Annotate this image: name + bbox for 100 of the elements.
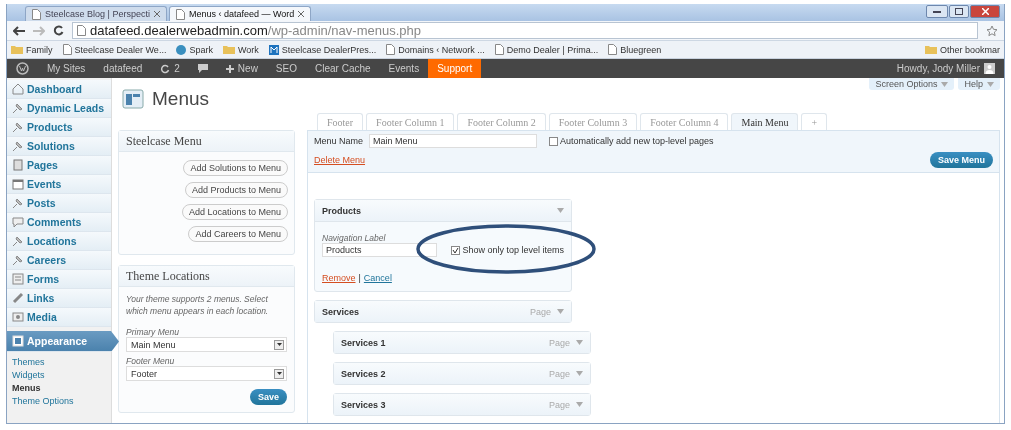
menu-name-field[interactable]: Main Menu: [369, 134, 538, 148]
close-icon[interactable]: [153, 11, 160, 17]
bookmark[interactable]: Work: [222, 44, 259, 55]
sidebar-item[interactable]: Dynamic Leads: [7, 99, 111, 118]
globe-icon: [176, 44, 187, 55]
star-icon[interactable]: [986, 24, 998, 37]
auto-add-checkbox[interactable]: Automatically add new top-level pages: [549, 136, 714, 146]
menu-item-type: Page: [548, 337, 570, 348]
sidebar-item[interactable]: Pages: [7, 156, 111, 175]
cancel-link[interactable]: Cancel: [363, 273, 392, 283]
menus-icon: [122, 89, 144, 109]
add-to-menu-button[interactable]: Add Products to Menu: [184, 182, 288, 198]
speech-bubble-icon: [12, 216, 24, 228]
menu-select[interactable]: Footer: [126, 366, 287, 381]
caret-icon[interactable]: [987, 81, 994, 87]
reload-icon[interactable]: [53, 25, 64, 36]
field-label: Footer Menu: [126, 356, 175, 366]
pushpin-icon: [12, 254, 24, 266]
bookmark[interactable]: Steelcase DealerPres...: [268, 44, 377, 55]
sidebar-item[interactable]: Comments: [7, 213, 111, 232]
menu-item[interactable]: Services 2 Page: [333, 362, 591, 385]
add-to-menu-button[interactable]: Add Careers to Menu: [188, 226, 288, 242]
menu-item[interactable]: Services Page: [314, 300, 572, 323]
sidebar-item[interactable]: Locations: [7, 232, 111, 251]
sidebar-item[interactable]: Appearance: [7, 331, 119, 352]
admin-bar-label: SEO: [275, 63, 297, 74]
remove-link[interactable]: Remove: [322, 273, 356, 283]
submenu-item[interactable]: Menus: [12, 382, 41, 394]
submenu-item[interactable]: Widgets: [12, 369, 45, 381]
folder-icon: [11, 45, 23, 54]
menu-item[interactable]: Services 1 Page: [333, 331, 591, 354]
delete-menu-link[interactable]: Delete Menu: [314, 155, 366, 165]
sidebar-item[interactable]: Events: [7, 175, 111, 194]
menu-item-title: Services 1: [341, 337, 387, 348]
calendar-icon: [12, 178, 24, 190]
submenu-item[interactable]: Themes: [12, 356, 45, 368]
menu-name-label: Menu Name: [314, 136, 364, 146]
browser-tab[interactable]: Steelcase Blog | Perspecti: [25, 6, 167, 21]
sidebar-item[interactable]: Dashboard: [7, 80, 111, 99]
house-icon: [12, 83, 24, 95]
sidebar-item[interactable]: Posts: [7, 194, 111, 213]
theme-note: Your theme supports 2 menus. Select which menu appears in each location.: [126, 293, 270, 317]
show-top-level-checkbox[interactable]: Show only top level items: [451, 245, 564, 255]
add-to-menu-button[interactable]: Add Locations to Menu: [181, 204, 288, 220]
menu-item[interactable]: Services 3 Page: [333, 393, 591, 416]
menu-item-type: Page: [548, 368, 570, 379]
sidebar-item[interactable]: Products: [7, 118, 111, 137]
submenu-item[interactable]: Theme Options: [12, 395, 74, 407]
browser-tab[interactable]: Menus ‹ datafeed — Word: [168, 6, 312, 21]
sidebar-item[interactable]: Links: [7, 289, 111, 308]
caret-icon[interactable]: [557, 309, 564, 314]
folder-icon: [924, 45, 937, 54]
minimize-button[interactable]: [926, 5, 948, 18]
update-count: 2: [174, 63, 180, 74]
menu-tab[interactable]: Main Menu: [731, 113, 799, 130]
sidebar-item[interactable]: Forms: [7, 270, 111, 289]
bookmark[interactable]: Family: [11, 44, 53, 55]
navigation-label-field[interactable]: Products: [322, 243, 438, 257]
menu-item-title: Services 2: [341, 368, 387, 379]
save-menu-button[interactable]: Save Menu: [929, 152, 993, 168]
menu-select[interactable]: Main Menu: [126, 337, 287, 352]
back-arrow-icon[interactable]: [13, 25, 25, 36]
bookmark[interactable]: Demo Dealer | Prima...: [494, 44, 599, 55]
menu-item[interactable]: Products Navigation Label Products Show only top level items Remove | Cancel: [314, 199, 572, 292]
caret-icon[interactable]: [576, 402, 583, 407]
page-title: Menus: [152, 88, 210, 110]
page-icon: [608, 44, 618, 55]
screen-options-tab[interactable]: Help: [958, 78, 1000, 90]
sidebar-item[interactable]: Media: [7, 308, 111, 327]
add-to-menu-button[interactable]: Add Solutions to Menu: [183, 160, 288, 176]
save-button[interactable]: Save: [249, 389, 287, 405]
folder-icon: [222, 45, 235, 54]
admin-bar-label: datafeed: [103, 63, 143, 74]
close-icon[interactable]: [298, 11, 305, 17]
bookmark[interactable]: Steelcase Dealer We...: [62, 44, 167, 55]
sidebar-item[interactable]: Solutions: [7, 137, 111, 156]
maximize-button[interactable]: [949, 5, 969, 18]
menu-item-type: Page: [529, 306, 551, 317]
field-label: Navigation Label: [322, 233, 386, 243]
close-button[interactable]: [970, 5, 1000, 18]
screen-options-tab[interactable]: Screen Options: [869, 78, 955, 90]
minimize-icon: [933, 10, 941, 13]
address-field[interactable]: datafeed.dealerwebadmin.com/wp-admin/nav-menus.php: [72, 22, 978, 39]
caret-icon[interactable]: [576, 371, 583, 376]
caret-icon[interactable]: [941, 81, 949, 87]
page-icon: [494, 44, 504, 55]
caret-icon[interactable]: [557, 208, 564, 213]
bookmark[interactable]: Bluegreen: [608, 44, 662, 55]
pushpin-icon: [12, 102, 24, 114]
bookmark[interactable]: Spark: [176, 44, 213, 55]
forward-arrow-icon[interactable]: [33, 25, 45, 36]
caret-icon[interactable]: [576, 340, 583, 345]
wordpress-logo-icon[interactable]: [16, 62, 29, 75]
admin-bar-label: Support: [437, 63, 473, 74]
sidebar-item[interactable]: Careers: [7, 251, 111, 270]
bookmark[interactable]: Domains ‹ Network ...: [386, 44, 485, 55]
appearance-icon: [12, 335, 24, 347]
greeting[interactable]: Howdy, Jody Miller: [896, 63, 980, 74]
link-separator: |: [358, 273, 361, 283]
other-bookmarks[interactable]: Other bookmar: [924, 44, 1000, 55]
